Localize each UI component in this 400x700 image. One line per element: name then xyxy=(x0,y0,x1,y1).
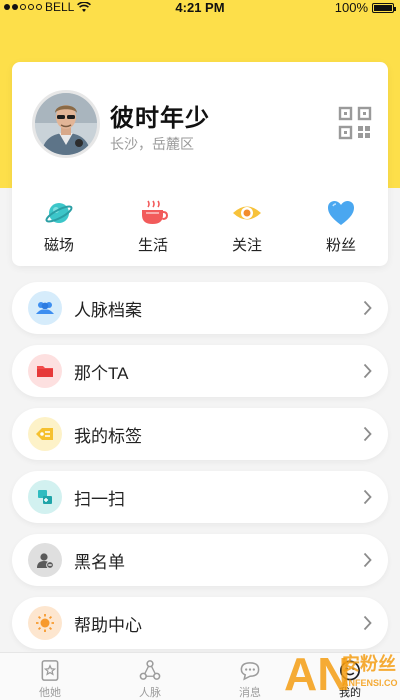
status-bar: BELL 4:21 PM 100% xyxy=(0,0,400,15)
menu-label: 人脉档案 xyxy=(74,300,142,320)
battery-icon xyxy=(372,2,396,13)
tag-icon xyxy=(36,428,53,440)
menu-item-contacts-archive[interactable]: 人脉档案 xyxy=(12,282,388,334)
menu-icon-bg xyxy=(28,606,62,640)
menu-item-help-center[interactable]: 帮助中心 xyxy=(12,597,388,649)
menu-item-blacklist[interactable]: 黑名单 xyxy=(12,534,388,586)
battery-percent: 100% xyxy=(334,0,368,15)
sun-icon xyxy=(36,614,54,632)
contacts-icon xyxy=(36,302,54,314)
tab-label: 消息 xyxy=(239,687,261,699)
stat-label: 关注 xyxy=(231,237,262,254)
heart-icon xyxy=(328,201,354,225)
menu-label: 那个TA xyxy=(74,363,129,383)
star-card-icon xyxy=(41,660,59,681)
stat-label: 生活 xyxy=(137,237,168,254)
tab-mine[interactable]: 我的 xyxy=(300,653,400,700)
menu-label: 黑名单 xyxy=(74,552,125,572)
menu-label: 帮助中心 xyxy=(74,615,142,635)
profile-stats: 磁场 生活 关注 粉丝 xyxy=(12,198,388,255)
menu-item-my-tags[interactable]: 我的标签 xyxy=(12,408,388,460)
menu-label: 扫一扫 xyxy=(74,489,125,509)
menu-icon-bg xyxy=(28,417,62,451)
menu-icon-bg xyxy=(28,291,62,325)
profile-name: 彼时年少 xyxy=(110,105,210,132)
stat-following[interactable]: 关注 xyxy=(200,198,294,255)
menu-icon-bg xyxy=(28,543,62,577)
scan-icon xyxy=(38,490,52,504)
menu-icon-bg xyxy=(28,354,62,388)
tab-label: 他她 xyxy=(39,687,61,699)
menu-item-scan[interactable]: 扫一扫 xyxy=(12,471,388,523)
smile-icon xyxy=(340,660,360,681)
stat-magnetic-field[interactable]: 磁场 xyxy=(12,198,106,255)
chevron-right-icon xyxy=(363,363,372,379)
menu-list: 人脉档案 那个TA 我的标签 扫一扫 黑名单 帮助中心 xyxy=(12,282,388,660)
stat-fans[interactable]: 粉丝 xyxy=(294,198,388,255)
chevron-right-icon xyxy=(363,552,372,568)
tab-network[interactable]: 人脉 xyxy=(100,653,200,700)
menu-item-that-person[interactable]: 那个TA xyxy=(12,345,388,397)
chevron-right-icon xyxy=(363,426,372,442)
network-icon xyxy=(139,660,161,680)
stat-label: 粉丝 xyxy=(325,237,356,254)
profile-location: 长沙，岳麓区 xyxy=(110,136,194,152)
battery-status: 100% xyxy=(334,0,396,15)
menu-label: 我的标签 xyxy=(74,426,142,446)
menu-icon-bg xyxy=(28,480,62,514)
stat-life[interactable]: 生活 xyxy=(106,198,200,255)
tab-messages[interactable]: 消息 xyxy=(200,653,300,700)
qr-code-icon[interactable] xyxy=(338,106,372,140)
stat-label: 磁场 xyxy=(43,237,74,254)
bottom-tab-bar: 他她 人脉 消息 我的 xyxy=(0,652,400,700)
profile-card: 彼时年少 长沙，岳麓区 磁场 生活 关注 粉丝 xyxy=(12,62,388,266)
chat-icon xyxy=(240,662,260,681)
avatar[interactable] xyxy=(32,90,100,158)
chevron-right-icon xyxy=(363,615,372,631)
avatar-photo xyxy=(35,93,97,155)
chevron-right-icon xyxy=(363,489,372,505)
folder-icon xyxy=(37,366,53,377)
planet-icon xyxy=(45,203,73,223)
blacklist-icon xyxy=(37,553,54,569)
tab-label: 我的 xyxy=(339,687,361,699)
chevron-right-icon xyxy=(363,300,372,316)
tab-he-she[interactable]: 他她 xyxy=(0,653,100,700)
coffee-cup-icon xyxy=(142,200,168,224)
tab-label: 人脉 xyxy=(139,687,161,699)
eye-icon xyxy=(233,206,261,220)
